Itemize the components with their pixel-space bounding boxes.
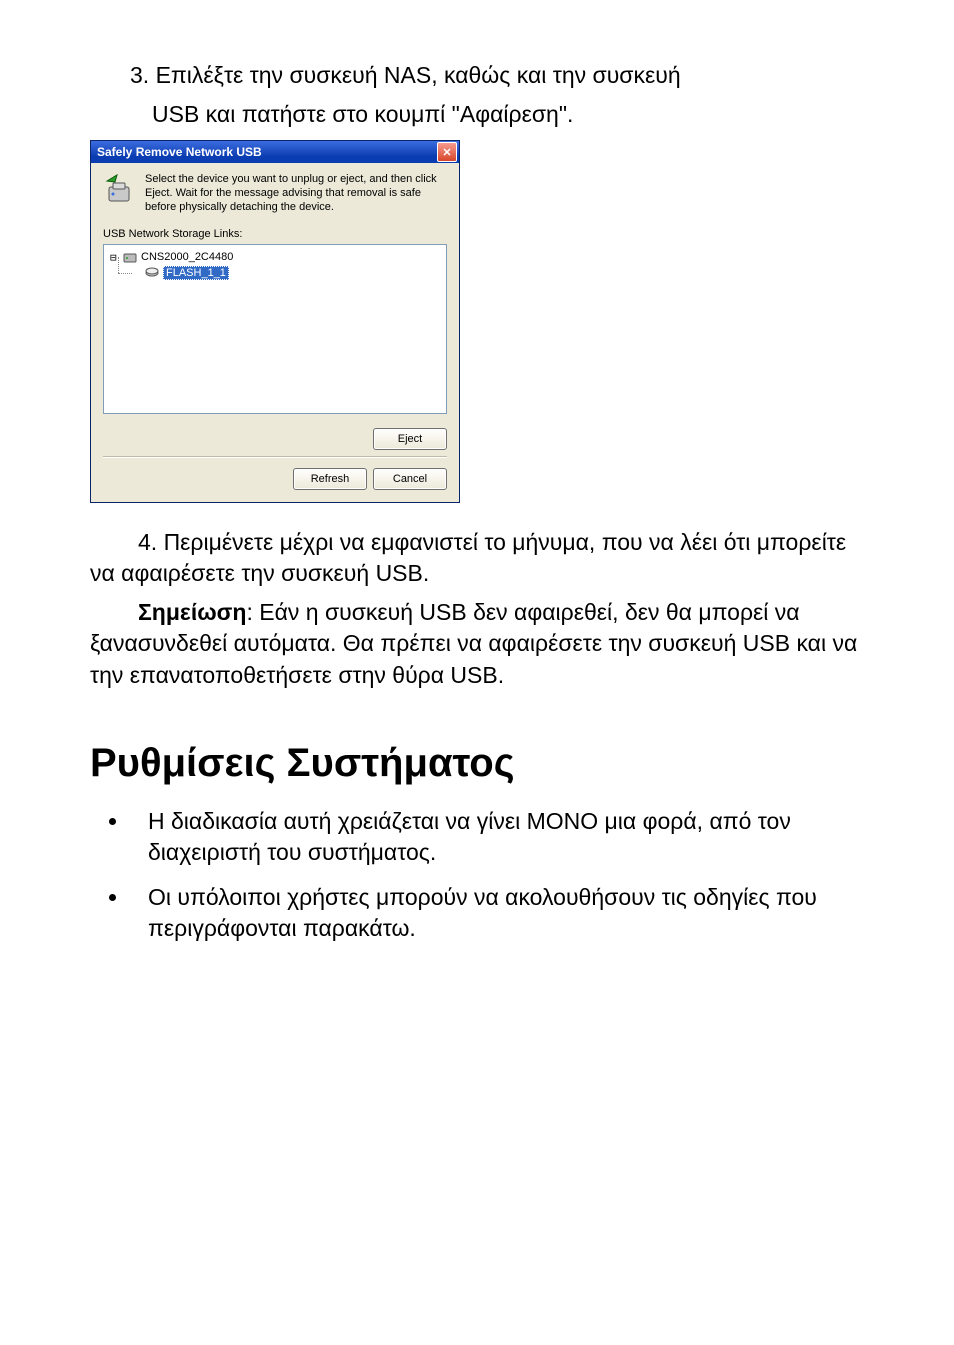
safely-remove-dialog: Safely Remove Network USB ✕ Select the d… <box>90 140 460 503</box>
close-button[interactable]: ✕ <box>437 142 457 162</box>
tree-root-row[interactable]: ⊟ CNS2000_2C4480 <box>110 249 440 265</box>
step-3-line-2: USB και πατήστε στο κουμπί "Αφαίρεση". <box>90 99 864 130</box>
section-title: Ρυθμίσεις Συστήματος <box>90 741 864 786</box>
disk-icon <box>144 265 160 281</box>
tree-child-label: FLASH_1_1 <box>163 266 229 280</box>
dialog-titlebar: Safely Remove Network USB ✕ <box>91 141 459 163</box>
step-4-paragraph: 4. Περιμένετε μέχρι να εμφανιστεί το μήν… <box>90 527 864 589</box>
eject-button[interactable]: Eject <box>373 428 447 450</box>
tree-root-label: CNS2000_2C4480 <box>141 251 233 263</box>
device-tree[interactable]: ⊟ CNS2000_2C4480 FLASH_1_1 <box>103 244 447 414</box>
bullet-list: Η διαδικασία αυτή χρειάζεται να γίνει ΜΟ… <box>90 806 864 944</box>
close-icon: ✕ <box>442 146 451 159</box>
bullet-item-2: Οι υπόλοιποι χρήστες μπορούν να ακολουθή… <box>130 882 864 944</box>
note-paragraph: Σημείωση: Εάν η συσκευή USB δεν αφαιρεθε… <box>90 597 864 690</box>
dialog-intro-text: Select the device you want to unplug or … <box>145 173 447 214</box>
links-label: USB Network Storage Links: <box>103 228 447 240</box>
step-3-line-1: 3. Επιλέξτε την συσκευή NAS, καθώς και τ… <box>90 60 864 91</box>
refresh-button[interactable]: Refresh <box>293 468 367 490</box>
dialog-separator <box>103 456 447 458</box>
hardware-icon <box>103 173 135 205</box>
tree-child-row[interactable]: FLASH_1_1 <box>110 265 440 281</box>
collapse-icon[interactable]: ⊟ <box>110 251 122 264</box>
bullet-item-1: Η διαδικασία αυτή χρειάζεται να γίνει ΜΟ… <box>130 806 864 868</box>
note-label: Σημείωση <box>138 599 246 625</box>
device-icon <box>122 249 138 265</box>
dialog-title: Safely Remove Network USB <box>97 145 262 159</box>
cancel-button[interactable]: Cancel <box>373 468 447 490</box>
